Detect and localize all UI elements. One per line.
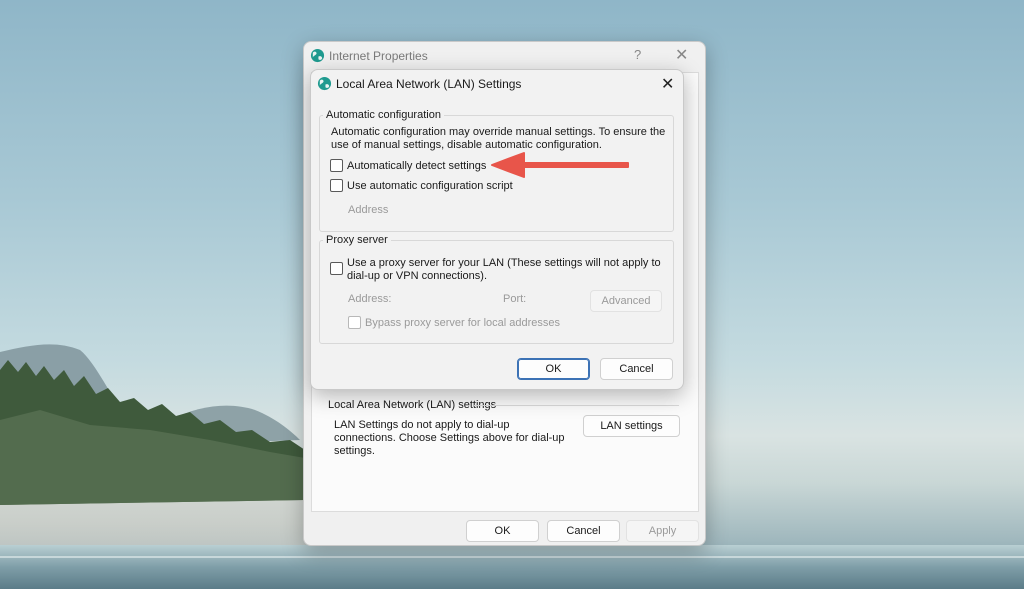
bypass-proxy-label: Bypass proxy server for local addresses	[365, 316, 561, 329]
close-icon[interactable]: ✕	[661, 74, 674, 94]
internet-properties-titlebar: Internet Properties ? ✕	[304, 42, 705, 72]
use-proxy-checkbox[interactable]: Use a proxy server for your LAN (These s…	[330, 257, 662, 283]
globe-icon	[310, 48, 325, 63]
auto-detect-settings-label: Automatically detect settings	[347, 159, 487, 172]
apply-button[interactable]: Apply	[626, 520, 699, 542]
checkbox-box[interactable]	[330, 159, 343, 172]
advanced-button[interactable]: Advanced	[590, 290, 662, 312]
lan-section-note: LAN Settings do not apply to dial-up con…	[334, 419, 565, 457]
globe-icon	[317, 76, 332, 91]
use-proxy-label: Use a proxy server for your LAN (These s…	[347, 257, 661, 282]
wallpaper-sea	[0, 545, 1024, 589]
automatic-configuration-heading: Automatic configuration	[323, 109, 444, 121]
dialog-title: Local Area Network (LAN) Settings	[336, 77, 522, 91]
lan-section-divider	[474, 405, 679, 406]
checkbox-box[interactable]	[330, 179, 343, 192]
checkbox-box[interactable]	[330, 262, 343, 275]
lan-settings-button[interactable]: LAN settings	[583, 415, 680, 437]
proxy-port-label: Port:	[503, 293, 527, 305]
proxy-server-heading: Proxy server	[323, 234, 391, 246]
checkbox-box[interactable]	[348, 316, 361, 329]
ok-button[interactable]: OK	[466, 520, 539, 542]
auto-detect-settings-checkbox[interactable]: Automatically detect settings	[330, 159, 486, 172]
cancel-button[interactable]: Cancel	[547, 520, 620, 542]
wallpaper-horizon	[0, 556, 1024, 558]
script-address-label: Address	[348, 204, 389, 216]
ok-button[interactable]: OK	[517, 358, 590, 380]
bypass-proxy-checkbox[interactable]: Bypass proxy server for local addresses	[348, 316, 560, 329]
lan-settings-dialog: Local Area Network (LAN) Settings ✕ Auto…	[310, 69, 684, 390]
proxy-address-label: Address:	[348, 293, 392, 305]
lan-dialog-titlebar: Local Area Network (LAN) Settings ✕	[311, 70, 683, 100]
lan-section-heading: Local Area Network (LAN) settings	[328, 399, 497, 411]
cancel-button[interactable]: Cancel	[600, 358, 673, 380]
close-icon[interactable]: ✕	[675, 45, 688, 65]
help-icon[interactable]: ?	[634, 47, 641, 62]
annotation-arrow-icon	[491, 152, 629, 178]
window-title: Internet Properties	[329, 49, 428, 63]
